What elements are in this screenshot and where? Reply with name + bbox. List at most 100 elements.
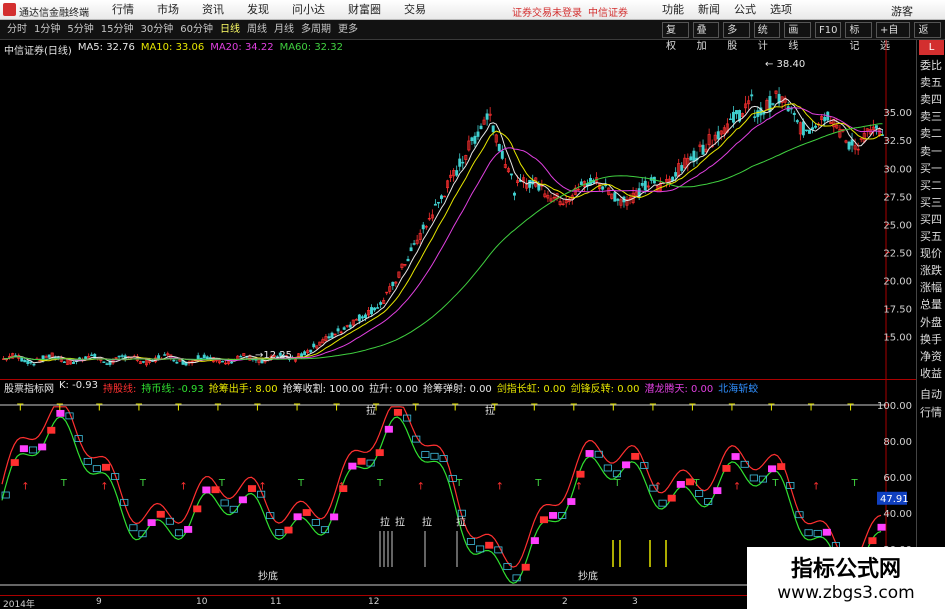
candle-body <box>850 139 854 146</box>
add-favorite-button[interactable]: +自选 <box>876 22 911 52</box>
side-bottom-row-0[interactable]: 自动 <box>920 386 942 402</box>
indicator-item-4: 抢筹收割: 100.00 <box>282 384 365 395</box>
candle-body <box>20 357 24 362</box>
ma-info-bar: 中信证券(日线) MA5: 32.76 MA10: 33.06 MA20: 34… <box>4 42 349 57</box>
step-box <box>731 453 740 460</box>
menu-item-quotes[interactable]: 行情 <box>112 0 146 20</box>
candle-body <box>731 111 735 123</box>
candlestick-chart[interactable]: 35.00 32.50 30.00 27.50 25.00 22.50 20.00 17.50… <box>0 40 916 380</box>
login-notice[interactable]: 证券交易未登录 <box>512 4 582 19</box>
step-box <box>421 451 430 458</box>
signal-t-green: T <box>534 478 542 489</box>
step-box <box>804 529 813 537</box>
ma10-line <box>3 103 883 362</box>
indicator-mark-7: 拉 <box>485 404 495 417</box>
date-label-1: 9 <box>96 597 102 607</box>
mark-button[interactable]: 标记 <box>845 22 873 52</box>
tab-more[interactable]: 更多 <box>338 20 358 40</box>
side-row-9[interactable]: 买四 <box>920 211 942 227</box>
side-row-10[interactable]: 买五 <box>920 228 942 244</box>
menu-item-market[interactable]: 市场 <box>157 0 191 20</box>
candle-body <box>455 170 459 176</box>
indicator-item-7: 剑指长虹: 0.00 <box>496 384 566 395</box>
restore-rights-button[interactable]: 复权 <box>662 22 689 52</box>
candle-body <box>205 356 209 359</box>
side-row-11[interactable]: 现价 <box>920 245 942 261</box>
tab-multi-period[interactable]: 多周期 <box>301 20 331 40</box>
signal-t-green: T <box>297 478 305 489</box>
side-row-1[interactable]: 卖五 <box>920 74 942 90</box>
side-row-13[interactable]: 涨幅 <box>920 279 942 295</box>
tab-weekly[interactable]: 周线 <box>247 20 267 40</box>
app-name: 通达信金融终端 <box>19 8 89 19</box>
step-box <box>384 425 393 433</box>
candle-body <box>62 361 66 363</box>
multi-stock-button[interactable]: 多股 <box>723 22 750 52</box>
tab-15min[interactable]: 15分钟 <box>101 20 134 40</box>
candle-body <box>814 125 818 128</box>
overlay-button[interactable]: 叠加 <box>692 22 720 52</box>
price-tick-label: 32.50 <box>883 136 912 147</box>
side-row-14[interactable]: 总量 <box>920 296 942 312</box>
side-row-5[interactable]: 卖一 <box>920 143 942 159</box>
draw-line-button[interactable]: 画线 <box>784 22 811 52</box>
step-box <box>92 465 101 473</box>
candle-body <box>808 129 811 134</box>
back-button[interactable]: 返回 <box>914 22 942 52</box>
signal-up-arrow: ↑ <box>575 482 583 493</box>
side-row-3[interactable]: 卖三 <box>920 108 942 124</box>
menu-item-newsfeed[interactable]: 新闻 <box>698 0 720 20</box>
f10-button[interactable]: F10 <box>814 22 842 38</box>
step-box <box>293 513 302 521</box>
signal-t-green: T <box>139 478 147 489</box>
menu-item-function[interactable]: 功能 <box>662 0 684 20</box>
menu-item-discover[interactable]: 发现 <box>247 0 281 20</box>
candle-body <box>105 363 109 365</box>
menu-item-ask[interactable]: 问小达 <box>292 0 337 20</box>
tab-monthly[interactable]: 月线 <box>274 20 294 40</box>
step-box <box>202 486 211 494</box>
tab-timeshare[interactable]: 分时 <box>7 20 27 40</box>
side-row-16[interactable]: 换手 <box>920 331 942 347</box>
tab-30min[interactable]: 30分钟 <box>140 20 173 40</box>
price-tick-label: 35.00 <box>883 108 912 119</box>
menu-item-trade[interactable]: 交易 <box>404 0 438 20</box>
candle-body <box>72 361 75 364</box>
step-box <box>311 519 320 526</box>
side-row-15[interactable]: 外盘 <box>920 314 942 330</box>
side-row-0[interactable]: 委比 <box>920 57 942 73</box>
side-row-6[interactable]: 买一 <box>920 160 942 176</box>
date-label-4: 12 <box>368 597 380 607</box>
candle-body <box>847 141 851 150</box>
high-price-label: ← 38.40 <box>765 59 805 70</box>
side-row-17[interactable]: 净资 <box>920 348 942 364</box>
side-panel-toggle-button[interactable]: L <box>919 40 944 55</box>
indicator-mark-3: 拉 <box>395 516 405 529</box>
menu-item-options[interactable]: 选项 <box>770 0 792 20</box>
candle-body <box>360 316 364 319</box>
signal-t: T <box>530 402 538 413</box>
signal-up-arrow: ↑ <box>338 482 346 493</box>
tab-1min[interactable]: 1分钟 <box>34 20 60 40</box>
statistics-button[interactable]: 统计 <box>753 22 781 52</box>
candle-body <box>689 156 693 161</box>
indicator-name[interactable]: 股票指标网 <box>4 380 54 395</box>
ind-tick-label: 100.00 <box>877 401 912 412</box>
broker-name: 中信证券 <box>588 8 628 19</box>
side-row-2[interactable]: 卖四 <box>920 91 942 107</box>
step-box <box>777 463 786 470</box>
side-row-7[interactable]: 买二 <box>920 177 942 193</box>
side-row-12[interactable]: 涨跌 <box>920 262 942 278</box>
menu-item-news[interactable]: 资讯 <box>202 0 236 20</box>
menu-item-wealth[interactable]: 财富圈 <box>348 0 393 20</box>
menu-item-formula[interactable]: 公式 <box>734 0 756 20</box>
side-bottom-row-1[interactable]: 行情 <box>920 404 942 420</box>
guest-label[interactable]: 游客 <box>891 3 913 19</box>
tab-60min[interactable]: 60分钟 <box>180 20 213 40</box>
step-box <box>275 529 284 536</box>
tab-daily[interactable]: 日线 <box>220 20 240 40</box>
side-row-18[interactable]: 收益 <box>920 365 942 381</box>
side-row-4[interactable]: 卖二 <box>920 125 942 141</box>
tab-5min[interactable]: 5分钟 <box>67 20 93 40</box>
side-row-8[interactable]: 买三 <box>920 194 942 210</box>
